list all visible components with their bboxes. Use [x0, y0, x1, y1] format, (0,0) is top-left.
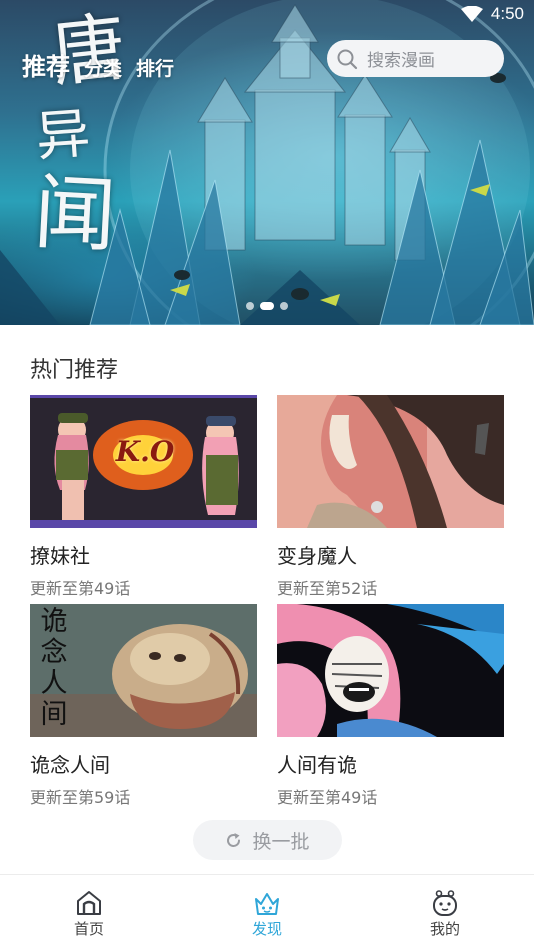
- comic-update: 更新至第49话: [277, 788, 378, 807]
- tab-ranking[interactable]: 排行: [136, 54, 174, 81]
- comic-update: 更新至第59话: [30, 788, 131, 807]
- crown-icon: [255, 893, 279, 915]
- comic-title: 诡念人间: [30, 753, 110, 777]
- cover-vertical-title: 诡 念 人 间: [38, 606, 70, 730]
- search-input[interactable]: 搜索漫画: [327, 40, 504, 77]
- search-placeholder: 搜索漫画: [367, 51, 435, 71]
- carousel-dot[interactable]: [280, 302, 288, 310]
- nav-discover-label: 发现: [251, 920, 282, 938]
- comic-update: 更新至第52话: [277, 579, 378, 598]
- calligraphy-char: 闻: [31, 165, 119, 265]
- home-icon: [77, 891, 101, 915]
- comic-card[interactable]: 人间有诡 更新至第49话: [277, 604, 504, 808]
- wifi-icon: [460, 6, 483, 22]
- calligraphy-char: 异: [33, 101, 93, 169]
- refresh-label: 换一批: [252, 830, 310, 853]
- tab-category[interactable]: 分类: [84, 54, 122, 81]
- comic-title: 人间有诡: [277, 753, 357, 777]
- tab-recommend[interactable]: 推荐: [22, 47, 70, 82]
- section-title: 热门推荐: [30, 358, 119, 383]
- cover-char: 人: [40, 668, 68, 699]
- comic-cover: [277, 395, 504, 528]
- banner-carousel[interactable]: 唐 异 闻 4:50 推荐 分类 排行 搜索漫画: [0, 0, 534, 325]
- comic-update: 更新至第49话: [30, 579, 131, 598]
- banner-calligraphy: 唐 异 闻: [14, 4, 131, 264]
- cover-char: 诡: [40, 606, 68, 637]
- comic-title: 变身魔人: [277, 544, 357, 568]
- comic-card[interactable]: 变身魔人 更新至第52话: [277, 395, 504, 599]
- comic-cover: K.O: [30, 395, 257, 528]
- profile-icon: [433, 890, 457, 916]
- comic-title: 撩妹社: [30, 544, 90, 568]
- comic-cover: [277, 604, 504, 737]
- cover-logo-text: K.O: [115, 435, 175, 468]
- nav-profile-label: 我的: [429, 920, 460, 938]
- nav-home-label: 首页: [73, 920, 104, 938]
- nav-home[interactable]: 首页: [0, 875, 178, 949]
- refresh-button[interactable]: 换一批: [193, 820, 342, 860]
- cover-char: 念: [40, 637, 68, 668]
- comic-card[interactable]: 诡 念 人 间 诡念人间 更新至第59话: [30, 604, 257, 808]
- comic-card[interactable]: K.O 撩妹社 更新至第49话: [30, 395, 257, 599]
- status-bar: 4:50: [0, 0, 534, 28]
- nav-discover[interactable]: 发现: [178, 875, 356, 949]
- top-tab-bar: 推荐 分类 排行: [22, 47, 188, 82]
- carousel-dot[interactable]: [246, 302, 254, 310]
- nav-profile[interactable]: 我的: [356, 875, 534, 949]
- carousel-dot-active[interactable]: [260, 302, 274, 310]
- bottom-nav: 首页 发现 我的: [0, 874, 534, 949]
- comic-cover: 诡 念 人 间: [30, 604, 257, 737]
- carousel-indicator: [243, 302, 291, 310]
- status-time: 4:50: [490, 4, 524, 23]
- cover-char: 间: [40, 699, 68, 730]
- refresh-icon: [227, 832, 241, 847]
- search-icon: [337, 49, 358, 69]
